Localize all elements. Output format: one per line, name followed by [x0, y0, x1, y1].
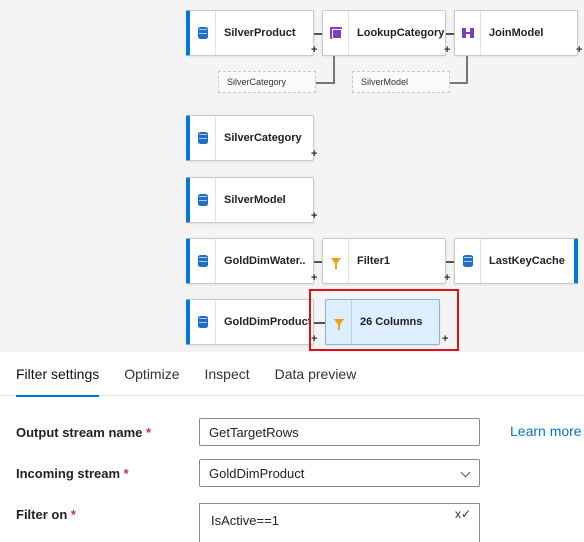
- required-mark: *: [123, 466, 129, 481]
- node-label: GoldDimWater...: [224, 255, 306, 267]
- connector: [314, 33, 322, 35]
- incoming-stream-label: Incoming stream *: [16, 466, 129, 481]
- filter-expression-text: IsActive==1: [211, 513, 279, 528]
- filter-expression-editor[interactable]: IsActive==1 x✓: [199, 503, 480, 542]
- ref-silver-model[interactable]: SilverModel: [352, 71, 450, 93]
- tab-bar: Filter settings Optimize Inspect Data pr…: [0, 352, 584, 397]
- filter-icon: [323, 239, 349, 283]
- ref-line: [316, 82, 335, 84]
- ref-line: [333, 56, 335, 84]
- add-transform-icon[interactable]: +: [311, 210, 317, 222]
- add-transform-icon[interactable]: +: [444, 272, 450, 284]
- ref-line: [450, 82, 468, 84]
- node-label: LookupCategory: [357, 27, 445, 39]
- node-label: JoinModel: [489, 27, 544, 39]
- ref-silver-category[interactable]: SilverCategory: [218, 71, 316, 93]
- tab-data-preview[interactable]: Data preview: [275, 352, 357, 396]
- node-gold-dim-product[interactable]: GoldDimProduct: [186, 299, 314, 345]
- tab-optimize[interactable]: Optimize: [124, 352, 179, 396]
- tab-filter-settings[interactable]: Filter settings: [16, 352, 100, 397]
- source-db-icon: [190, 11, 216, 55]
- node-last-key-cache[interactable]: LastKeyCache: [454, 238, 578, 284]
- learn-more-link[interactable]: Learn more: [510, 423, 582, 439]
- add-transform-icon[interactable]: +: [311, 272, 317, 284]
- sink-db-icon: [455, 239, 481, 283]
- filter-on-label: Filter on *: [16, 507, 76, 522]
- required-mark: *: [146, 425, 152, 440]
- add-transform-icon[interactable]: +: [576, 44, 582, 56]
- source-db-icon: [190, 239, 216, 283]
- node-label: Filter1: [357, 255, 391, 267]
- node-lookup-category[interactable]: LookupCategory: [322, 10, 446, 56]
- tab-inspect[interactable]: Inspect: [204, 352, 249, 396]
- data-flow-canvas[interactable]: SilverProduct + LookupCategory + JoinMod…: [0, 0, 584, 352]
- node-label: SilverProduct: [224, 27, 296, 39]
- node-silver-model[interactable]: SilverModel: [186, 177, 314, 223]
- incoming-stream-select[interactable]: GoldDimProduct: [199, 459, 480, 487]
- output-stream-input[interactable]: GetTargetRows: [199, 418, 480, 446]
- add-transform-icon[interactable]: +: [311, 44, 317, 56]
- source-db-icon: [190, 300, 216, 344]
- source-db-icon: [190, 116, 216, 160]
- connector: [446, 33, 454, 35]
- node-join-model[interactable]: JoinModel: [454, 10, 578, 56]
- node-label: SilverModel: [224, 194, 286, 206]
- node-label: GoldDimProduct: [224, 316, 312, 328]
- connector: [446, 261, 454, 263]
- required-mark: *: [70, 507, 76, 522]
- highlight-box: [309, 289, 459, 351]
- source-db-icon: [190, 178, 216, 222]
- settings-panel: Filter settings Optimize Inspect Data pr…: [0, 352, 584, 542]
- node-silver-product[interactable]: SilverProduct: [186, 10, 314, 56]
- ref-line: [466, 56, 468, 84]
- node-label: LastKeyCache: [489, 255, 565, 267]
- chevron-down-icon: [460, 467, 471, 478]
- output-stream-label: Output stream name *: [16, 425, 152, 440]
- connector: [314, 261, 322, 263]
- node-gold-dim-water[interactable]: GoldDimWater...: [186, 238, 314, 284]
- join-icon: [455, 11, 481, 55]
- node-filter1[interactable]: Filter1: [322, 238, 446, 284]
- lookup-icon: [323, 11, 349, 55]
- node-silver-category[interactable]: SilverCategory: [186, 115, 314, 161]
- expression-builder-icon[interactable]: x✓: [455, 507, 471, 521]
- node-label: SilverCategory: [224, 132, 302, 144]
- add-transform-icon[interactable]: +: [444, 44, 450, 56]
- add-transform-icon[interactable]: +: [311, 148, 317, 160]
